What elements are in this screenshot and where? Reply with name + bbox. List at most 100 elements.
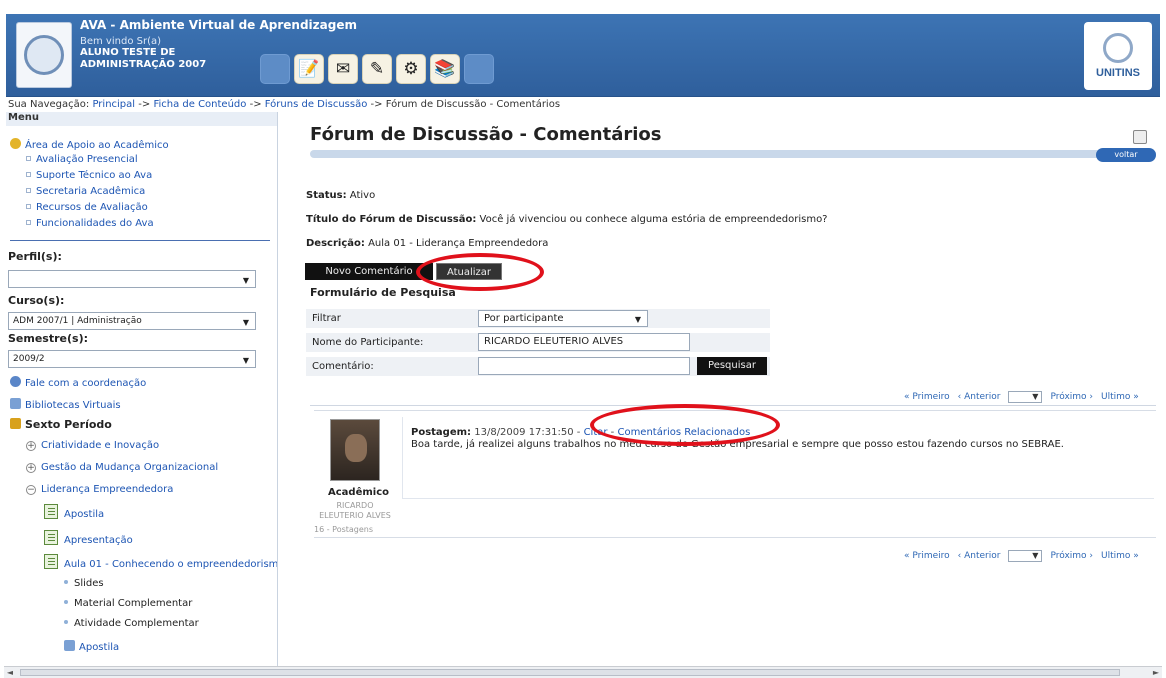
- sidebar-item-secretaria[interactable]: Secretaria Acadêmica: [26, 186, 145, 197]
- scroll-left-icon[interactable]: ◄: [4, 667, 16, 678]
- citar-link[interactable]: Citar: [584, 427, 608, 438]
- toolbar-slot-empty: [260, 54, 290, 84]
- discipline-label: Gestão da Mudança Organizacional: [41, 462, 219, 473]
- pager-page-select[interactable]: ▼: [1008, 550, 1043, 562]
- lesson-item-atividade[interactable]: Atividade Complementar: [64, 618, 199, 629]
- sidebar-item-label: Recursos de Avaliação: [36, 202, 148, 213]
- period-label: Sexto Período: [25, 418, 112, 431]
- books-icon[interactable]: 📚: [430, 54, 460, 84]
- doc-icon: [44, 504, 58, 519]
- pager-last[interactable]: Ultimo »: [1101, 551, 1139, 561]
- filtrar-value: Por participante: [484, 313, 564, 324]
- pager-next[interactable]: Próximo ›: [1050, 392, 1093, 402]
- lesson-item-label: Atividade Complementar: [74, 618, 199, 629]
- filtrar-label: Filtrar: [312, 313, 341, 324]
- author-name: RICARDO ELEUTERIO ALVES: [319, 501, 391, 520]
- page-title: Fórum de Discussão - Comentários: [310, 124, 662, 145]
- chevron-down-icon: ▼: [242, 356, 249, 365]
- doc-icon: [44, 554, 58, 569]
- ava-logo: [16, 22, 72, 88]
- semestre-label: Semestre(s):: [8, 332, 88, 345]
- semestre-select[interactable]: 2009/2 ▼: [8, 350, 256, 368]
- breadcrumb-foruns[interactable]: Fóruns de Discussão: [265, 99, 368, 110]
- post-body: Postagem: 13/8/2009 17:31:50 - Citar - C…: [402, 417, 1154, 499]
- lesson-item-label: Slides: [74, 578, 104, 589]
- app-header: AVA - Ambiente Virtual de Aprendizagem B…: [6, 14, 1160, 97]
- breadcrumb: Sua Navegação: Principal -> Ficha de Con…: [8, 99, 560, 110]
- pager-first[interactable]: « Primeiro: [904, 392, 950, 402]
- discipline-gestao[interactable]: + Gestão da Mudança Organizacional: [26, 462, 218, 473]
- sidebar-item-funcionalidades[interactable]: Funcionalidades do Ava: [26, 218, 154, 229]
- pager-bottom: « Primeiro ‹ Anterior ▼ Próximo › Ultimo…: [904, 550, 1139, 562]
- pager-first[interactable]: « Primeiro: [904, 551, 950, 561]
- lesson-aula01[interactable]: Aula 01 - Conhecendo o empreendedorismo: [44, 554, 278, 570]
- status-line: Status: Ativo: [306, 190, 375, 201]
- comentario-label: Comentário:: [312, 361, 374, 372]
- lesson-item-apostila[interactable]: Apostila: [64, 640, 119, 653]
- tools-icon[interactable]: ✎: [362, 54, 392, 84]
- discipline-lideranca[interactable]: − Liderança Empreendedora: [26, 484, 173, 495]
- pesquisar-button[interactable]: Pesquisar: [697, 357, 767, 375]
- sidebar-item-suporte[interactable]: Suporte Técnico ao Ava: [26, 170, 152, 181]
- forum-title-label: Título do Fórum de Discussão:: [306, 214, 477, 225]
- comentario-input[interactable]: [478, 357, 690, 375]
- pager-last[interactable]: Ultimo »: [1101, 392, 1139, 402]
- status-value: Ativo: [349, 190, 376, 201]
- notes-icon[interactable]: 📝: [294, 54, 324, 84]
- sidebar-item-label: Avaliação Presencial: [36, 154, 138, 165]
- lesson-item-material[interactable]: Material Complementar: [64, 598, 192, 609]
- lesson-apostila[interactable]: Apostila: [44, 504, 104, 520]
- scroll-right-icon[interactable]: ►: [1150, 667, 1162, 678]
- breadcrumb-ficha[interactable]: Ficha de Conteúdo: [153, 99, 246, 110]
- discipline-criatividade[interactable]: + Criatividade e Inovação: [26, 440, 159, 451]
- atualizar-button[interactable]: Atualizar: [436, 263, 502, 280]
- fale-icon: [10, 376, 21, 387]
- biblioteca-icon: [10, 398, 21, 409]
- post-date: 13/8/2009 17:31:50: [474, 427, 574, 438]
- period-icon: [10, 418, 21, 429]
- sidebar-apoio[interactable]: Área de Apoio ao Acadêmico: [10, 138, 169, 151]
- sidebar-item-label: Secretaria Acadêmica: [36, 186, 146, 197]
- lesson-item-slides[interactable]: Slides: [64, 578, 104, 589]
- mail-icon[interactable]: ✉: [328, 54, 358, 84]
- sidebar-item-avaliacao[interactable]: Avaliação Presencial: [26, 154, 138, 165]
- pager-prev[interactable]: ‹ Anterior: [958, 551, 1001, 561]
- scroll-thumb[interactable]: [20, 669, 1120, 676]
- voltar-button[interactable]: voltar: [1096, 148, 1156, 162]
- novo-comentario-button[interactable]: Novo Comentário: [305, 263, 433, 280]
- sidebar-item-recursos[interactable]: Recursos de Avaliação: [26, 202, 148, 213]
- filtrar-select[interactable]: Por participante ▼: [478, 310, 648, 327]
- nome-participante-input[interactable]: RICARDO ELEUTERIO ALVES: [478, 333, 690, 351]
- discipline-label: Liderança Empreendedora: [41, 484, 174, 495]
- avatar: [330, 419, 380, 481]
- expand-icon: +: [26, 463, 36, 473]
- divider: [310, 405, 1156, 406]
- sidebar-item-label: Funcionalidades do Ava: [36, 218, 154, 229]
- top-margin: [0, 0, 1166, 14]
- unitins-logo: UNITINS: [1084, 22, 1152, 90]
- horizontal-scrollbar[interactable]: ◄ ►: [4, 666, 1162, 678]
- lesson-apresentacao[interactable]: Apresentação: [44, 530, 133, 546]
- curso-select[interactable]: ADM 2007/1 | Administração ▼: [8, 312, 256, 330]
- perfil-select[interactable]: ▼: [8, 270, 256, 288]
- author-role: Acadêmico: [328, 487, 390, 498]
- lesson-label: Aula 01 - Conhecendo o empreendedorismo: [64, 559, 278, 570]
- sidebar-bibliotecas[interactable]: Bibliotecas Virtuais: [10, 398, 121, 411]
- forum-post: Acadêmico RICARDO ELEUTERIO ALVES 16 - P…: [314, 410, 1156, 538]
- author-post-count: 16 - Postagens: [314, 525, 374, 534]
- printer-icon[interactable]: [1133, 130, 1147, 144]
- breadcrumb-principal[interactable]: Principal: [92, 99, 135, 110]
- chevron-down-icon: ▼: [634, 315, 641, 324]
- pager-next[interactable]: Próximo ›: [1050, 551, 1093, 561]
- user-name-line1: ALUNO TESTE DE: [80, 47, 176, 58]
- breadcrumb-sep: ->: [138, 99, 151, 110]
- pager-page-select[interactable]: ▼: [1008, 391, 1043, 403]
- curso-label: Curso(s):: [8, 294, 65, 307]
- settings-icon[interactable]: ⚙: [396, 54, 426, 84]
- sidebar-fale[interactable]: Fale com a coordenação: [10, 376, 146, 389]
- pager-prev[interactable]: ‹ Anterior: [958, 392, 1001, 402]
- collapse-icon: −: [26, 485, 36, 495]
- comentarios-relacionados-link[interactable]: Comentários Relacionados: [617, 427, 750, 438]
- toolbar-slot-empty-2: [464, 54, 494, 84]
- title-underline-bar: [310, 150, 1156, 158]
